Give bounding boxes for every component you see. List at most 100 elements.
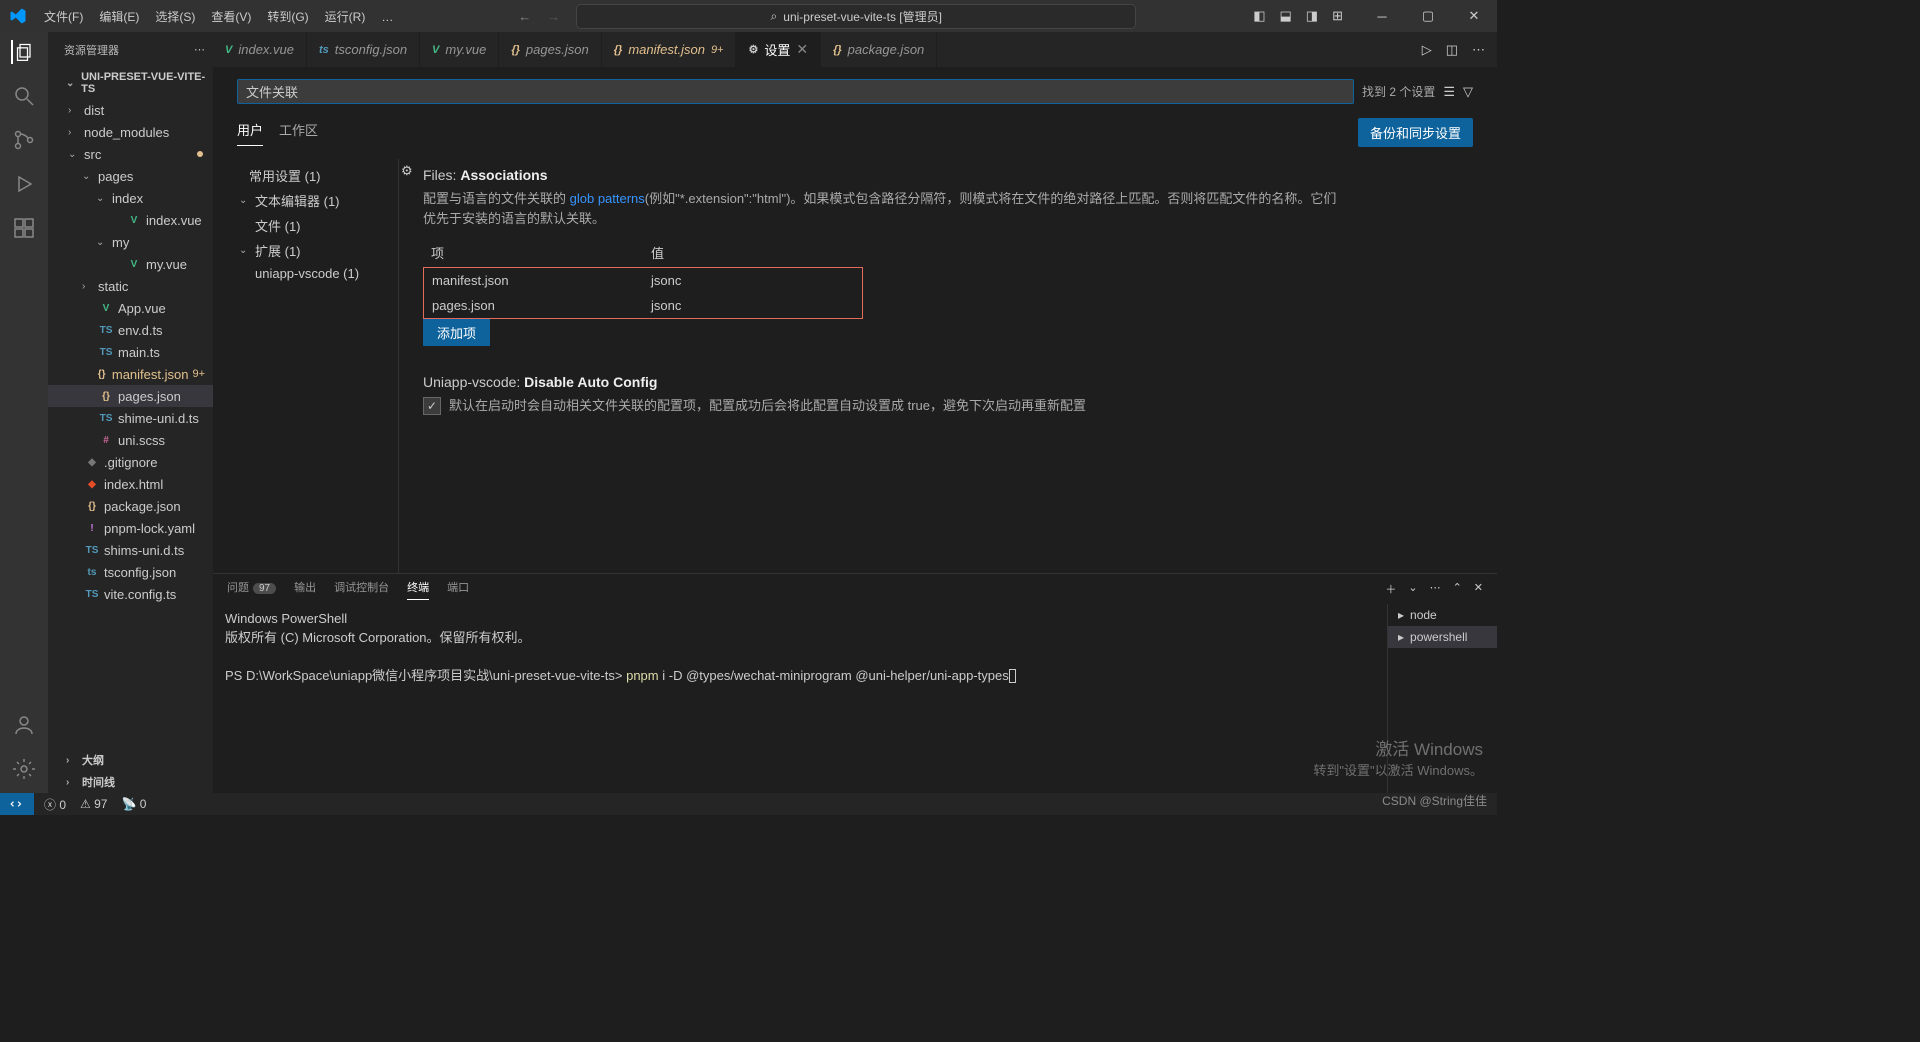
setting-disable-auto-config: Uniapp-vscode: Disable Auto Config ✓ 默认在… xyxy=(423,374,1343,416)
chevron-up-icon[interactable]: ⌃ xyxy=(1453,581,1462,597)
settings-icon[interactable] xyxy=(12,757,36,781)
close-button[interactable]: ✕ xyxy=(1451,0,1497,32)
toc-item[interactable]: ⌄扩展 (1) xyxy=(225,238,398,263)
minimize-button[interactable]: ─ xyxy=(1359,0,1405,32)
toc-item[interactable]: ⌄文本编辑器 (1) xyxy=(225,188,398,213)
tab-debug[interactable]: 调试控制台 xyxy=(334,579,389,599)
account-icon[interactable] xyxy=(12,713,36,737)
result-count: 找到 2 个设置 xyxy=(1362,83,1435,100)
filter-icon[interactable]: ☰ xyxy=(1443,84,1455,100)
status-errors[interactable]: ⓧ 0 xyxy=(44,796,66,813)
menu-item[interactable]: 文件(F) xyxy=(36,6,91,28)
command-center[interactable]: ⌕ uni-preset-vue-vite-ts [管理员] xyxy=(576,4,1136,29)
glob-patterns-link[interactable]: glob patterns xyxy=(570,191,645,206)
tree-item[interactable]: ◆.gitignore xyxy=(48,451,213,473)
explorer-icon[interactable] xyxy=(11,40,35,64)
tree-item[interactable]: ◆index.html xyxy=(48,473,213,495)
editor-tab[interactable]: Vindex.vue xyxy=(213,32,307,67)
nav-back-icon[interactable]: ← xyxy=(518,9,531,24)
tree-item[interactable]: Vmy.vue xyxy=(48,253,213,275)
more-icon[interactable]: ⋯ xyxy=(1472,42,1485,58)
tree-item[interactable]: tstsconfig.json xyxy=(48,561,213,583)
menu-item[interactable]: 查看(V) xyxy=(203,6,259,28)
editor-tab[interactable]: {}pages.json xyxy=(499,32,601,67)
tab-output[interactable]: 输出 xyxy=(294,579,316,599)
tree-item[interactable]: ⌄my xyxy=(48,231,213,253)
menu-item[interactable]: 编辑(E) xyxy=(91,6,147,28)
editor-area: Vindex.vuetstsconfig.jsonVmy.vue{}pages.… xyxy=(213,32,1497,793)
extensions-icon[interactable] xyxy=(12,216,36,240)
terminal-output[interactable]: Windows PowerShell 版权所有 (C) Microsoft Co… xyxy=(213,604,1387,793)
assoc-row[interactable]: manifest.jsonjsonc xyxy=(424,268,862,293)
editor-tab[interactable]: {}manifest.json9+ xyxy=(602,32,737,67)
layout-right-icon[interactable]: ◨ xyxy=(1306,8,1318,24)
tree-item[interactable]: {}package.json xyxy=(48,495,213,517)
status-warnings[interactable]: ⚠ 97 xyxy=(80,797,107,811)
toc-item[interactable]: 文件 (1) xyxy=(225,213,398,238)
customize-icon[interactable]: ⊞ xyxy=(1332,8,1343,24)
toc-item[interactable]: uniapp-vscode (1) xyxy=(225,263,398,284)
checkbox[interactable]: ✓ xyxy=(423,397,441,415)
outline-section[interactable]: ›大纲 xyxy=(48,749,213,771)
project-header[interactable]: ⌄ UNI-PRESET-VUE-VITE-TS xyxy=(48,67,213,99)
tree-item[interactable]: ›dist xyxy=(48,99,213,121)
editor-tab[interactable]: tstsconfig.json xyxy=(307,32,420,67)
tree-item[interactable]: TSenv.d.ts xyxy=(48,319,213,341)
menu-item[interactable]: 转到(G) xyxy=(259,6,316,28)
tree-item[interactable]: ⌄index xyxy=(48,187,213,209)
editor-tab[interactable]: Vmy.vue xyxy=(420,32,499,67)
menu-item[interactable]: 运行(R) xyxy=(317,6,374,28)
tree-item[interactable]: #uni.scss xyxy=(48,429,213,451)
tree-item[interactable]: TSvite.config.ts xyxy=(48,583,213,605)
tree-item[interactable]: VApp.vue xyxy=(48,297,213,319)
editor-tab[interactable]: ⚙设置✕ xyxy=(736,32,821,67)
tree-item[interactable]: {}pages.json xyxy=(48,385,213,407)
panel-icon[interactable]: ⬓ xyxy=(1280,8,1292,24)
split-icon[interactable]: ◫ xyxy=(1446,42,1458,58)
layout-icon[interactable]: ◧ xyxy=(1253,8,1265,24)
maximize-button[interactable]: ▢ xyxy=(1405,0,1451,32)
tree-item[interactable]: ›static xyxy=(48,275,213,297)
menu-item[interactable]: … xyxy=(373,6,401,28)
more-icon[interactable]: ⋯ xyxy=(1430,581,1441,597)
tree-item[interactable]: TSmain.ts xyxy=(48,341,213,363)
settings-search-input[interactable] xyxy=(237,79,1354,104)
scope-workspace[interactable]: 工作区 xyxy=(279,120,318,145)
setting-desc: 默认在启动时会自动相关文件关联的配置项，配置成功后会将此配置自动设置成 true… xyxy=(449,396,1086,416)
sync-settings-button[interactable]: 备份和同步设置 xyxy=(1358,118,1473,147)
run-icon[interactable]: ▷ xyxy=(1422,42,1432,58)
more-icon[interactable]: ⋯ xyxy=(194,43,205,56)
scm-icon[interactable] xyxy=(12,128,36,152)
tree-item[interactable]: ›node_modules xyxy=(48,121,213,143)
tree-item[interactable]: TSshime-uni.d.ts xyxy=(48,407,213,429)
add-item-button[interactable]: 添加项 xyxy=(423,319,490,346)
search-icon[interactable] xyxy=(12,84,36,108)
remote-button[interactable] xyxy=(0,793,34,815)
editor-tab[interactable]: {}package.json xyxy=(821,32,937,67)
terminal-list: ▸node▸powershell xyxy=(1387,604,1497,793)
tab-terminal[interactable]: 终端 xyxy=(407,579,429,600)
chevron-down-icon[interactable]: ⌄ xyxy=(1408,581,1417,597)
tab-problems[interactable]: 问题97 xyxy=(227,579,276,599)
funnel-icon[interactable]: ▽ xyxy=(1463,84,1473,100)
timeline-section[interactable]: ›时间线 xyxy=(48,771,213,793)
status-ports[interactable]: 📡 0 xyxy=(121,797,146,811)
new-terminal-icon[interactable]: ＋ xyxy=(1385,581,1396,597)
tree-item[interactable]: {}manifest.json9+ xyxy=(48,363,213,385)
nav-fwd-icon[interactable]: → xyxy=(547,9,560,24)
toc-item[interactable]: 常用设置 (1) xyxy=(225,163,398,188)
close-panel-icon[interactable]: ✕ xyxy=(1474,581,1483,597)
tree-item[interactable]: ⌄pages xyxy=(48,165,213,187)
terminal-item[interactable]: ▸powershell xyxy=(1388,626,1497,648)
tree-item[interactable]: TSshims-uni.d.ts xyxy=(48,539,213,561)
tree-item[interactable]: Vindex.vue xyxy=(48,209,213,231)
menu-item[interactable]: 选择(S) xyxy=(147,6,203,28)
scope-user[interactable]: 用户 xyxy=(237,120,263,146)
tree-item[interactable]: !pnpm-lock.yaml xyxy=(48,517,213,539)
tab-ports[interactable]: 端口 xyxy=(447,579,469,599)
assoc-row[interactable]: pages.jsonjsonc xyxy=(424,293,862,318)
tree-item[interactable]: ⌄src xyxy=(48,143,213,165)
terminal-item[interactable]: ▸node xyxy=(1388,604,1497,626)
gear-icon[interactable]: ⚙ xyxy=(401,163,413,179)
debug-icon[interactable] xyxy=(12,172,36,196)
